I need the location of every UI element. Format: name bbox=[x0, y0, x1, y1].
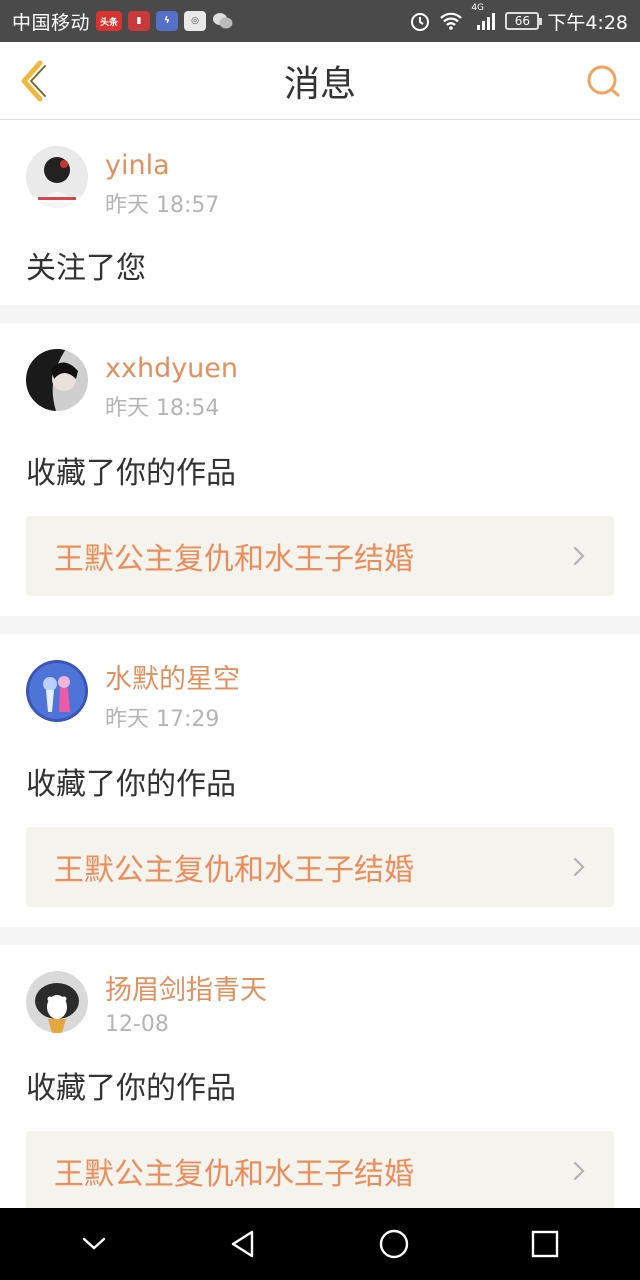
chevron-left-icon bbox=[21, 60, 46, 102]
action-text: 收藏了你的作品 bbox=[26, 1071, 236, 1107]
avatar[interactable] bbox=[26, 349, 88, 412]
username[interactable]: 扬眉剑指青天 bbox=[105, 975, 267, 1006]
action-text: 关注了您 bbox=[26, 251, 146, 287]
home-circle-icon[interactable] bbox=[377, 1227, 411, 1261]
system-nav-bar bbox=[0, 1208, 640, 1280]
avatar[interactable] bbox=[26, 660, 88, 723]
chevron-right-icon bbox=[573, 546, 585, 566]
browser-app-icon: ◎ bbox=[184, 11, 207, 31]
back-triangle-icon[interactable] bbox=[226, 1227, 260, 1261]
signal-icon: 4G bbox=[471, 3, 497, 31]
timestamp: 昨天 18:54 bbox=[105, 396, 220, 422]
message-item[interactable]: xxhdyuen 昨天 18:54 收藏了你的作品 王默公主复仇和水王子结婚 bbox=[0, 323, 640, 617]
search-button[interactable] bbox=[584, 62, 624, 102]
message-list: yinla 昨天 18:57 关注了您 xxhdyuen 昨天 18:54 收藏… bbox=[0, 120, 640, 1272]
timestamp: 昨天 18:57 bbox=[105, 193, 220, 219]
wifi-icon bbox=[439, 11, 463, 31]
battery-icon: 66 bbox=[505, 12, 543, 30]
book-app-icon: ▮ bbox=[128, 11, 151, 31]
message-item[interactable]: yinla 昨天 18:57 关注了您 bbox=[0, 120, 640, 306]
toutiao-app-icon: 头条 bbox=[96, 11, 123, 31]
alarm-icon bbox=[409, 10, 431, 32]
message-item[interactable]: 扬眉剑指青天 12-08 收藏了你的作品 王默公主复仇和水王子结婚 bbox=[0, 945, 640, 1232]
action-text: 收藏了你的作品 bbox=[26, 767, 236, 803]
page-title: 消息 bbox=[283, 63, 356, 105]
username[interactable]: yinla bbox=[105, 150, 219, 181]
back-button[interactable] bbox=[14, 58, 54, 104]
recents-square-icon[interactable] bbox=[528, 1227, 562, 1261]
header-bar: 消息 bbox=[0, 42, 640, 120]
flash-app-icon: ϟ bbox=[156, 11, 179, 31]
timestamp: 12-08 bbox=[105, 1012, 169, 1038]
avatar[interactable] bbox=[26, 971, 88, 1034]
username[interactable]: 水默的星空 bbox=[105, 664, 240, 695]
avatar[interactable] bbox=[26, 146, 88, 208]
work-link[interactable]: 王默公主复仇和水王子结婚 bbox=[26, 1131, 614, 1212]
message-item[interactable]: 水默的星空 昨天 17:29 收藏了你的作品 王默公主复仇和水王子结婚 bbox=[0, 634, 640, 928]
chevron-right-icon bbox=[573, 1162, 585, 1181]
wechat-icon bbox=[212, 11, 234, 31]
action-text: 收藏了你的作品 bbox=[26, 456, 236, 492]
username[interactable]: xxhdyuen bbox=[105, 353, 238, 384]
work-title: 王默公主复仇和水王子结婚 bbox=[54, 1157, 414, 1193]
clock-label: 下午4:28 bbox=[547, 11, 628, 34]
work-title: 王默公主复仇和水王子结婚 bbox=[54, 542, 414, 578]
work-title: 王默公主复仇和水王子结婚 bbox=[54, 853, 414, 889]
carrier-label: 中国移动 bbox=[12, 11, 91, 34]
work-link[interactable]: 王默公主复仇和水王子结婚 bbox=[26, 827, 614, 908]
chevron-right-icon bbox=[573, 858, 585, 877]
search-icon bbox=[587, 65, 620, 97]
work-link[interactable]: 王默公主复仇和水王子结婚 bbox=[26, 516, 614, 597]
timestamp: 昨天 17:29 bbox=[105, 707, 220, 733]
collapse-chevron-icon[interactable] bbox=[79, 1234, 109, 1254]
status-bar: 中国移动 头条 ▮ ϟ ◎ 4G 66 下午4:28 bbox=[0, 0, 640, 42]
